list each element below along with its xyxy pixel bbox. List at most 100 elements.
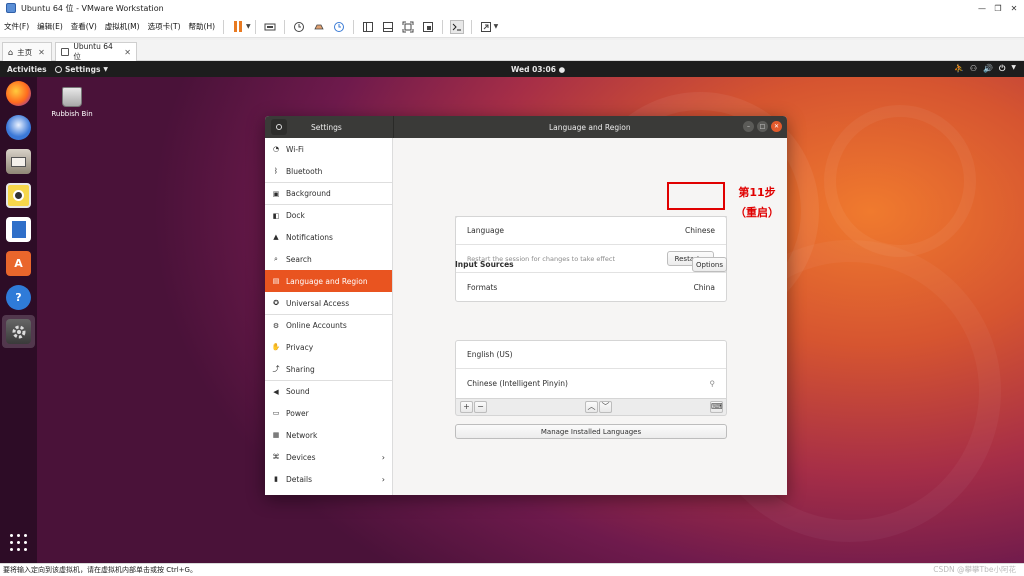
vmware-titlebar: Ubuntu 64 位 - VMware Workstation — ❐ ✕ <box>0 0 1024 16</box>
close-button[interactable]: ✕ <box>771 121 782 132</box>
activities-button[interactable]: Activities <box>7 65 47 74</box>
firefox-icon[interactable] <box>6 81 31 106</box>
share-icon: ⤴ <box>272 365 280 373</box>
sidebar-item-network[interactable]: ▦ Network <box>265 424 392 446</box>
settings-app-icon[interactable] <box>6 319 31 344</box>
power-tray-icon: ⏻ <box>999 64 1006 73</box>
console-icon[interactable] <box>449 19 464 34</box>
fullscreen-icon[interactable] <box>401 20 415 34</box>
sidebar-item-label: Dock <box>286 211 305 220</box>
snapshot-icon[interactable] <box>292 20 306 34</box>
options-button[interactable]: Options <box>692 257 727 272</box>
files-icon[interactable] <box>6 149 31 174</box>
tab-ubuntu[interactable]: Ubuntu 64 位 ✕ <box>55 42 137 61</box>
sidebar-item-bluetooth[interactable]: ᛒ Bluetooth <box>265 160 392 182</box>
unity-view-icon[interactable] <box>421 20 435 34</box>
keyboard-icon[interactable]: ⌨ <box>710 401 723 413</box>
chevron-down-icon[interactable]: ﹀ <box>599 401 612 413</box>
input-source-label: Chinese (Intelligent Pinyin) <box>467 378 568 388</box>
revert-snapshot-icon[interactable] <box>312 20 326 34</box>
sidebar-item-label: Wi-Fi <box>286 144 304 154</box>
toolbar-separator <box>470 19 472 34</box>
software-center-icon[interactable]: A <box>6 251 31 276</box>
show-applications-icon[interactable] <box>10 534 27 551</box>
sidebar-item-label: Language and Region <box>286 276 368 286</box>
settings-headerbar: Settings Language and Region – □ ✕ <box>265 116 787 138</box>
status-text: 要将输入定向到该虚拟机，请在虚拟机内部单击或按 Ctrl+G。 <box>3 566 197 574</box>
sidebar-item-wifi[interactable]: ◔ Wi-Fi <box>265 138 392 160</box>
pause-icon[interactable] <box>231 20 245 34</box>
menu-tabs[interactable]: 选项卡(T) <box>144 21 185 32</box>
sidebar-item-sharing[interactable]: ⤴ Sharing <box>265 358 392 380</box>
add-input-source-button[interactable]: + <box>460 401 473 413</box>
formats-value: China <box>693 282 715 292</box>
system-tray[interactable]: ⛹ ⚇ 🔊 ⏻ ▼ <box>954 64 1016 74</box>
app-menu-settings[interactable]: Settings ▼ <box>55 65 108 74</box>
manage-languages-button[interactable]: Manage Installed Languages <box>455 424 727 439</box>
menu-help[interactable]: 帮助(H) <box>185 21 220 32</box>
toolbar-separator <box>283 19 285 34</box>
network-tray-icon: ⚇ <box>969 64 978 73</box>
writer-icon[interactable] <box>6 217 31 242</box>
input-method-settings-icon[interactable]: ⚲ <box>710 379 716 388</box>
rhythmbox-icon[interactable] <box>6 183 31 208</box>
sidebar-item-language-and-region[interactable]: ▤ Language and Region <box>265 270 392 292</box>
menu-file[interactable]: 文件(F) <box>0 21 33 32</box>
sidebar-item-privacy[interactable]: ✋ Privacy <box>265 336 392 358</box>
language-value: Chinese <box>685 226 715 235</box>
menu-view[interactable]: 查看(V) <box>67 21 101 32</box>
devices-icon: ⌘ <box>272 453 280 461</box>
menu-vm[interactable]: 虚拟机(M) <box>101 21 144 32</box>
desktop-icon-rubbish-bin[interactable]: Rubbish Bin <box>51 87 93 118</box>
language-row[interactable]: Language Chinese <box>456 217 726 245</box>
formats-row[interactable]: Formats China <box>456 273 726 301</box>
annotation-line2: （重启） <box>735 206 779 219</box>
menu-edit[interactable]: 编辑(E) <box>33 21 67 32</box>
vmware-tabbar: ⌂ 主页 ✕ Ubuntu 64 位 ✕ <box>0 40 1024 61</box>
help-icon[interactable]: ? <box>6 285 31 310</box>
close-window-button[interactable]: ✕ <box>1006 0 1022 16</box>
minimize-button[interactable]: — <box>974 0 990 16</box>
input-source-item[interactable]: Chinese (Intelligent Pinyin) ⚲ <box>456 369 726 397</box>
sidebar-item-notifications[interactable]: ▲ Notifications <box>265 226 392 248</box>
remove-input-source-button[interactable]: − <box>474 401 487 413</box>
restore-button[interactable]: ❐ <box>990 0 1006 16</box>
close-icon[interactable]: ✕ <box>38 48 45 57</box>
toolbar-separator <box>223 19 225 34</box>
sidebar-item-devices[interactable]: ⌘ Devices › <box>265 446 392 468</box>
sidebar-item-power[interactable]: ▭ Power <box>265 402 392 424</box>
search-button[interactable] <box>271 119 287 135</box>
sidebar-item-background[interactable]: ▣ Background <box>265 182 392 204</box>
input-sources-list: English (US) Chinese (Intelligent Pinyin… <box>455 340 727 399</box>
thunderbird-icon[interactable] <box>6 115 31 140</box>
sidebar-view-icon[interactable] <box>361 20 375 34</box>
chevron-up-icon[interactable]: ︿ <box>585 401 598 413</box>
sidebar-item-dock[interactable]: ◧ Dock <box>265 204 392 226</box>
annotation-line1: 第11步 <box>738 186 776 199</box>
chevron-down-icon[interactable]: ▼ <box>494 23 499 30</box>
sidebar-item-details[interactable]: ▮ Details › <box>265 468 392 490</box>
maximize-button[interactable]: □ <box>757 121 768 132</box>
sidebar-item-label: Search <box>286 254 312 264</box>
input-source-item[interactable]: English (US) <box>456 341 726 369</box>
sidebar-item-search[interactable]: ⌕ Search <box>265 248 392 270</box>
ubuntu-desktop[interactable]: Activities Settings ▼ Wed 03:06 ● ⛹ ⚇ 🔊 … <box>0 61 1024 563</box>
minimize-button[interactable]: – <box>743 121 754 132</box>
tab-label: 主页 <box>17 47 33 57</box>
chevron-down-icon[interactable]: ▼ <box>246 23 251 30</box>
desktop-icon-label: Rubbish Bin <box>51 110 93 118</box>
tab-label: Ubuntu 64 位 <box>73 42 113 61</box>
clock[interactable]: Wed 03:06 ● <box>511 65 565 74</box>
thumbnail-view-icon[interactable] <box>381 20 395 34</box>
snapshot-manager-icon[interactable] <box>332 20 346 34</box>
close-icon[interactable]: ✕ <box>124 48 131 57</box>
sidebar-item-online-accounts[interactable]: ⚙ Online Accounts <box>265 314 392 336</box>
chevron-down-icon: ▼ <box>1011 64 1016 71</box>
hand-icon: ✋ <box>271 343 281 351</box>
sidebar-item-label: Privacy <box>286 342 314 352</box>
stretch-icon[interactable] <box>479 20 493 34</box>
sidebar-item-sound[interactable]: ◀ Sound <box>265 380 392 402</box>
sidebar-item-universal-access[interactable]: ✪ Universal Access <box>265 292 392 314</box>
tab-home[interactable]: ⌂ 主页 ✕ <box>2 42 52 61</box>
send-keys-icon[interactable] <box>263 20 277 34</box>
